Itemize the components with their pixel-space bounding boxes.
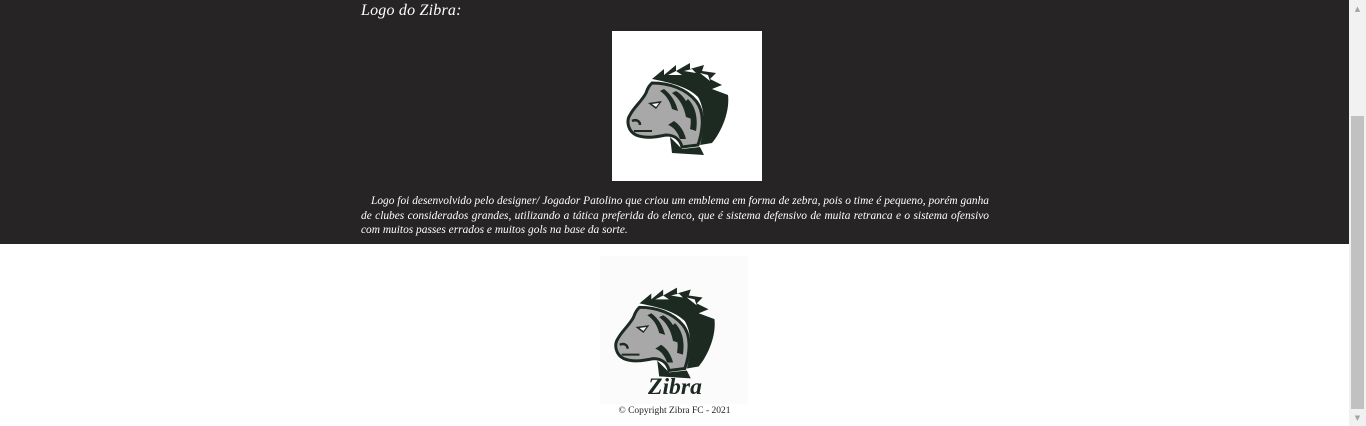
footer-logo: Zibra [600, 256, 748, 404]
page-viewport: Logo do Zibra: Logo foi desenvolvido pel… [0, 0, 1349, 426]
zebra-head-icon: Zibra [614, 287, 715, 400]
zebra-head-icon [626, 63, 729, 155]
section-heading: Logo do Zibra: [361, 2, 462, 19]
vertical-scrollbar[interactable]: ▲ ▼ [1349, 0, 1366, 426]
zebra-logo-image [612, 31, 762, 181]
logo-section: Logo do Zibra: Logo foi desenvolvido pel… [0, 0, 1349, 244]
arrow-up-icon[interactable]: ▲ [1349, 0, 1366, 17]
scrollbar-thumb[interactable] [1351, 116, 1364, 409]
footer-logo-text: Zibra [647, 374, 702, 400]
copyright-text: © Copyright Zibra FC - 2021 [618, 406, 731, 416]
logo-description: Logo foi desenvolvido pelo designer/ Jog… [361, 195, 989, 236]
arrow-down-icon[interactable]: ▼ [1349, 409, 1366, 426]
